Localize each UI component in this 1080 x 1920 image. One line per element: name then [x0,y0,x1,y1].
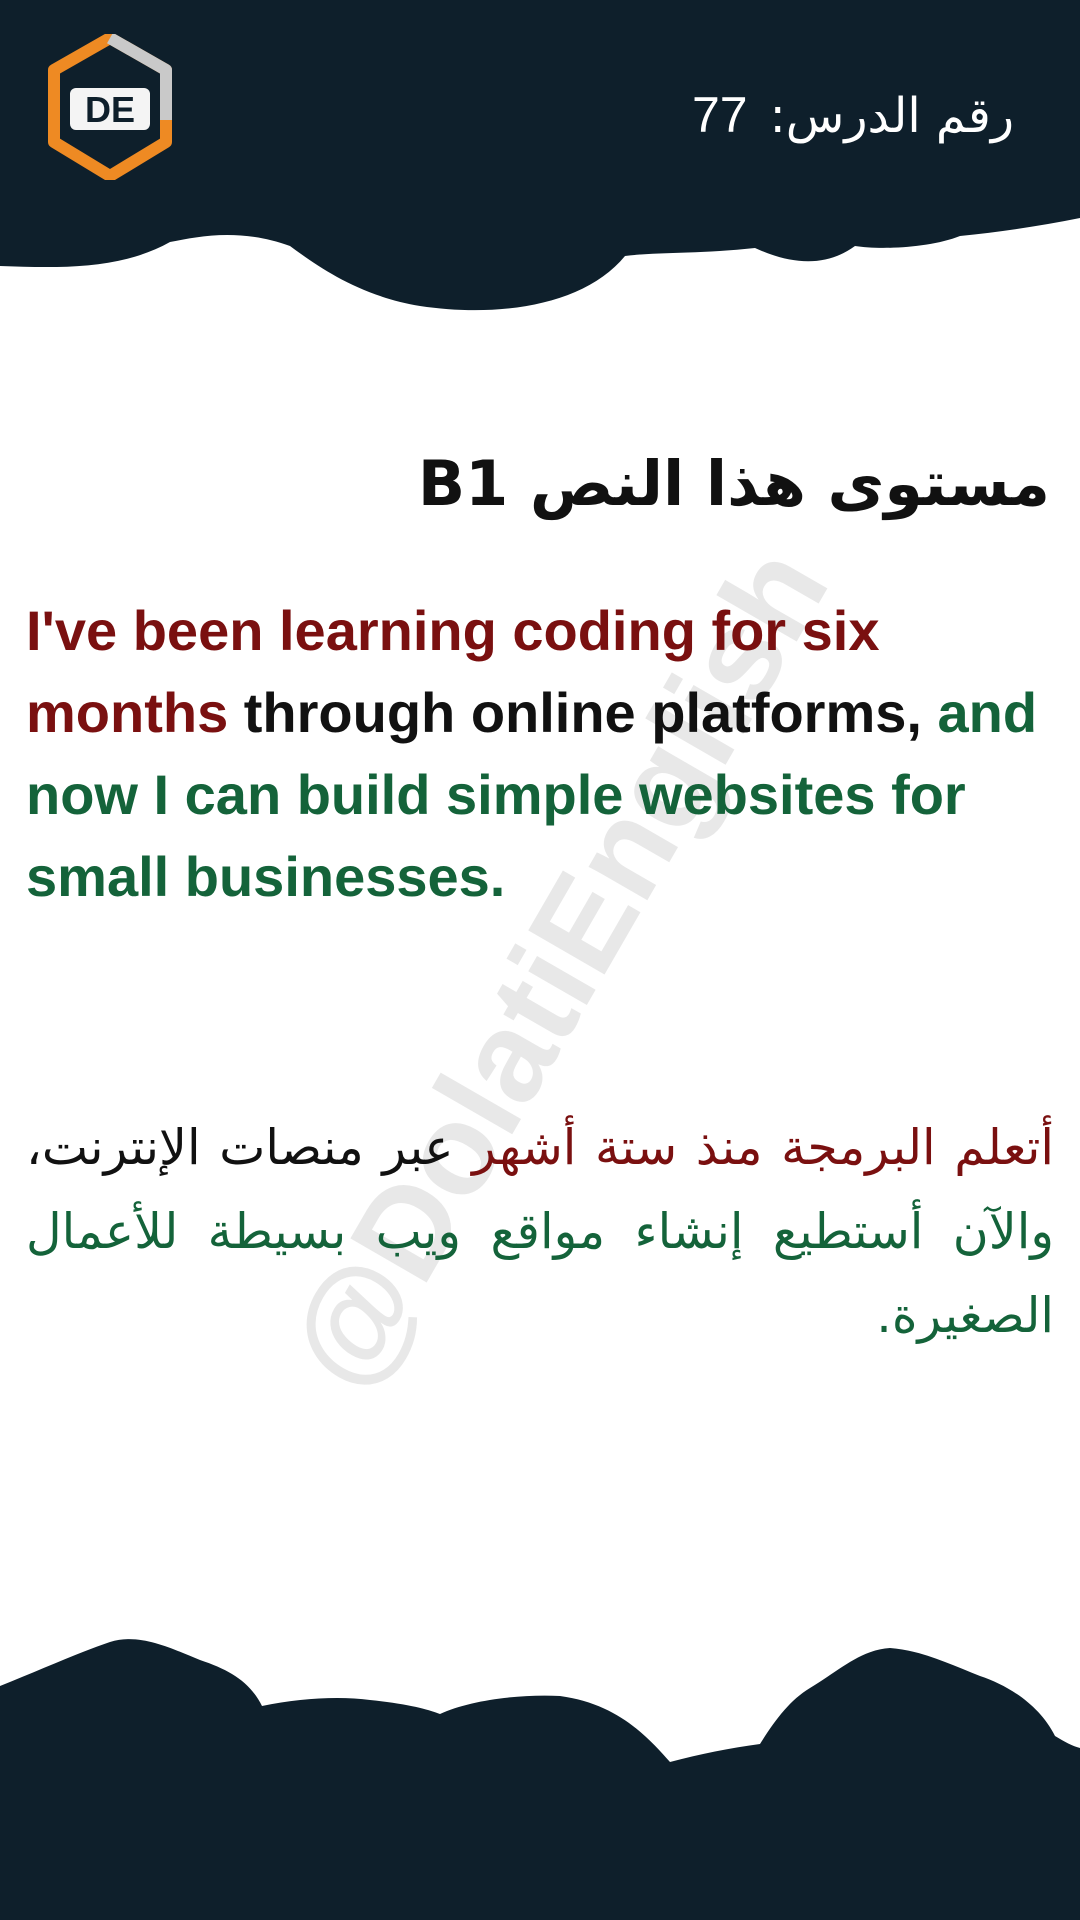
arabic-segment-dark: عبر منصات الإنترنت، [26,1119,473,1176]
arabic-segment-green: والآن أستطيع إنشاء مواقع ويب بسيطة للأعم… [26,1203,1054,1344]
footer-banner [0,1639,1080,1920]
arabic-segment-red: أتعلم البرمجة منذ ستة أشهر [472,1119,1054,1176]
lesson-label: رقم الدرس: [769,88,1014,144]
arabic-translation: أتعلم البرمجة منذ ستة أشهر عبر منصات الإ… [26,1106,1054,1358]
logo-text: DE [85,89,135,130]
lesson-number: 77 [691,87,748,143]
level-title: مستوى هذا النص B1 [417,447,1050,520]
english-sentence: I've been learning coding for six months… [26,590,1056,918]
lesson-number-label: رقم الدرس: 77 [692,80,1014,151]
brand-logo: DE [48,34,172,180]
english-segment-dark: through online platforms, [228,681,922,744]
